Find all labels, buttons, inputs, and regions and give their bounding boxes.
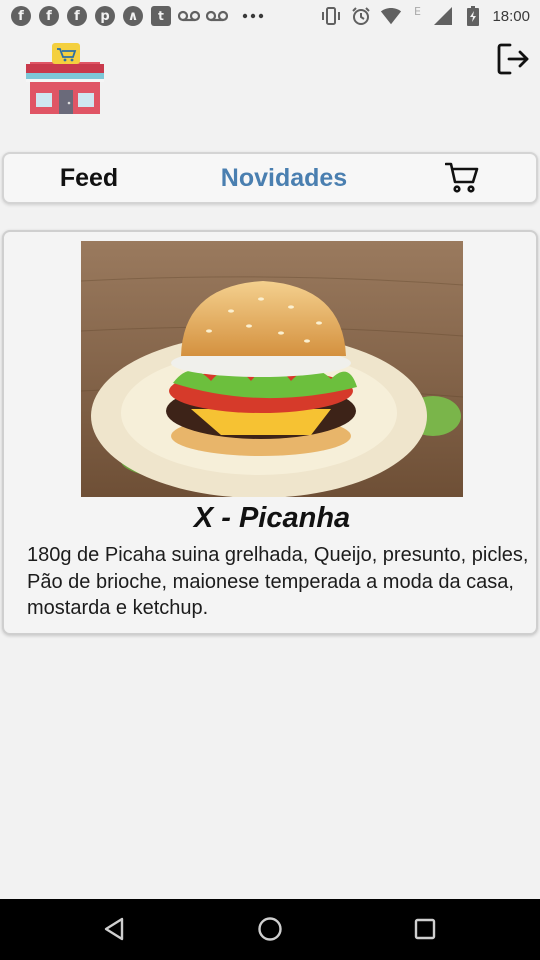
system-icons: E 18:00 (320, 5, 530, 27)
notification-icons: f f f p ∧ t (10, 5, 264, 27)
cart-icon (445, 162, 479, 193)
system-navigation-bar (0, 899, 540, 960)
tab-novidades[interactable]: Novidades (204, 154, 364, 202)
facebook-icon: f (66, 5, 88, 27)
home-icon[interactable] (250, 909, 290, 949)
app-header (0, 32, 540, 142)
more-icon (242, 5, 264, 27)
battery-icon (462, 5, 484, 27)
back-icon[interactable] (94, 909, 134, 949)
logout-icon[interactable] (494, 40, 532, 78)
product-card[interactable]: X - Picanha 180g de Picaha suina grelhad… (2, 230, 538, 635)
alarm-icon (350, 5, 372, 27)
facebook-icon: f (38, 5, 60, 27)
voicemail-icon (178, 5, 200, 27)
tab-bar: Feed Novidades (2, 152, 538, 204)
wifi-icon (380, 5, 402, 27)
recents-icon[interactable] (405, 909, 445, 949)
twitch-icon: t (150, 5, 172, 27)
status-bar: f f f p ∧ t E 18:00 (0, 0, 540, 32)
voicemail-icon (206, 5, 228, 27)
product-description: 180g de Picaha suina grelhada, Queijo, p… (27, 544, 529, 619)
burger-image (81, 241, 463, 497)
network-type: E (413, 4, 421, 18)
arc-icon: ∧ (122, 5, 144, 27)
tab-feed[interactable]: Feed (34, 154, 144, 202)
store-cart-icon (24, 40, 110, 116)
signal-icon (432, 5, 454, 27)
vibrate-icon (320, 5, 342, 27)
product-title: X - Picanha (193, 502, 351, 534)
tab-cart[interactable] (434, 154, 490, 202)
pinterest-icon: p (94, 5, 116, 27)
facebook-icon: f (10, 5, 32, 27)
clock: 18:00 (492, 7, 530, 25)
